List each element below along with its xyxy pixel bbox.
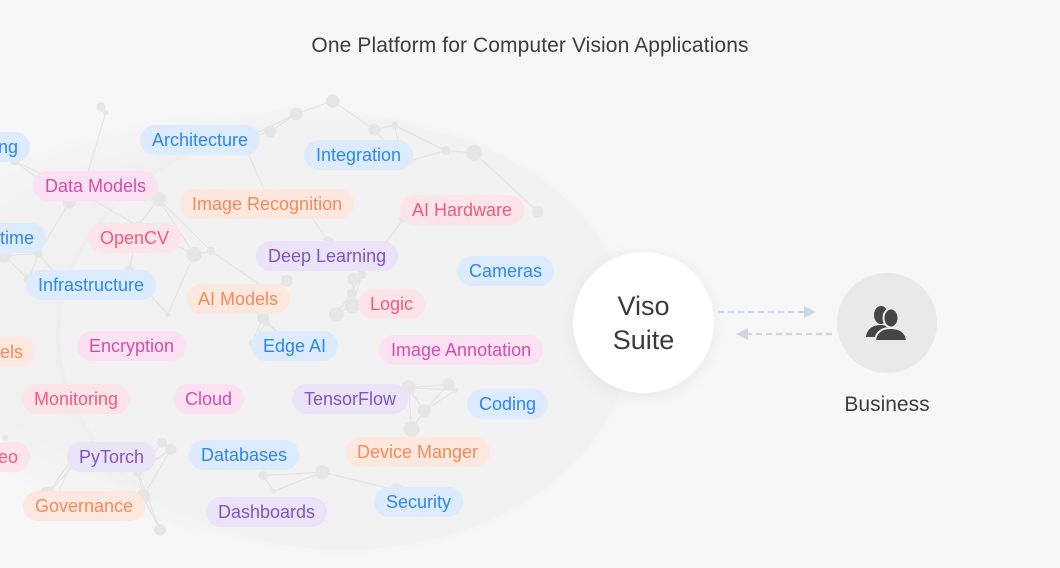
- mesh-node: [264, 125, 277, 138]
- mesh-node: [280, 274, 293, 287]
- mesh-node: [531, 205, 544, 218]
- diagram-canvas: One Platform for Computer Vision Applica…: [0, 0, 1060, 568]
- tag-pill: Security: [374, 487, 464, 517]
- tag-pill: PyTorch: [67, 442, 157, 472]
- mesh-node: [452, 387, 459, 393]
- viso-suite-label-line1: Viso: [617, 290, 670, 321]
- tag-pill: Governance: [23, 491, 146, 521]
- tag-pill: Coding: [467, 389, 549, 419]
- page-title: One Platform for Computer Vision Applica…: [311, 34, 749, 57]
- mesh-node: [403, 421, 420, 438]
- mesh-node: [390, 121, 399, 129]
- business-label: Business: [844, 393, 930, 416]
- mesh-node: [441, 146, 451, 156]
- mesh-node: [326, 94, 340, 108]
- tag-pill: Architecture: [140, 125, 261, 155]
- tag-pill: time: [0, 223, 47, 253]
- tag-pill: Data Models: [33, 171, 159, 201]
- mesh-node: [290, 107, 303, 121]
- tag-pill: Infrastructure: [26, 270, 157, 300]
- mesh-node: [417, 404, 431, 418]
- mesh-node: [96, 102, 106, 112]
- tag-pill: Logic: [358, 289, 426, 319]
- tag-pill: Image Annotation: [379, 335, 544, 365]
- mesh-node: [442, 378, 455, 391]
- mesh-node: [357, 270, 367, 280]
- mesh-node: [328, 306, 344, 322]
- tag-pill: Cameras: [457, 256, 555, 286]
- tag-pill: Device Manger: [345, 437, 491, 467]
- tag-pill: Cloud: [173, 384, 245, 414]
- business-node: [837, 273, 937, 373]
- mesh-node: [165, 312, 171, 317]
- mesh-node: [157, 437, 168, 448]
- mesh-node: [206, 246, 216, 256]
- mesh-node: [164, 443, 177, 456]
- viso-suite-label-line2: Suite: [612, 324, 675, 355]
- tag-pill: Edge AI: [251, 331, 339, 361]
- tag-pill: Monitoring: [22, 384, 131, 414]
- tag-pill: dels: [0, 337, 36, 367]
- mesh-node: [346, 288, 357, 298]
- tag-pill: eo: [0, 442, 31, 472]
- arrow-right-head-icon: [804, 306, 816, 318]
- mesh-node: [466, 144, 483, 161]
- tag-pill: Image Recognition: [180, 189, 355, 219]
- viso-suite-node: Viso Suite: [573, 252, 714, 393]
- mesh-node: [368, 123, 381, 136]
- tag-pill: Encryption: [77, 331, 187, 361]
- arrow-left-head-icon: [736, 328, 748, 340]
- mesh-node: [258, 470, 269, 481]
- mesh-node: [154, 524, 166, 536]
- tag-pill: OpenCV: [88, 223, 182, 253]
- mesh-node: [103, 110, 109, 116]
- tag-pill: Integration: [304, 140, 414, 170]
- mesh-node: [271, 488, 277, 494]
- tag-pill: Dashboards: [206, 497, 328, 527]
- users-icon: [866, 306, 909, 342]
- mesh-node: [2, 434, 9, 441]
- mesh-edge: [332, 100, 375, 131]
- tag-pill: Databases: [189, 440, 300, 470]
- mesh-node: [314, 464, 330, 480]
- tag-pill: Deep Learning: [256, 241, 399, 271]
- mesh-node: [186, 246, 202, 262]
- tag-pill: ing: [0, 132, 31, 162]
- tag-pill: AI Models: [186, 284, 291, 314]
- tag-pill: TensorFlow: [292, 384, 409, 414]
- tag-pill: AI Hardware: [400, 195, 525, 225]
- bidirectional-connector: [718, 306, 836, 340]
